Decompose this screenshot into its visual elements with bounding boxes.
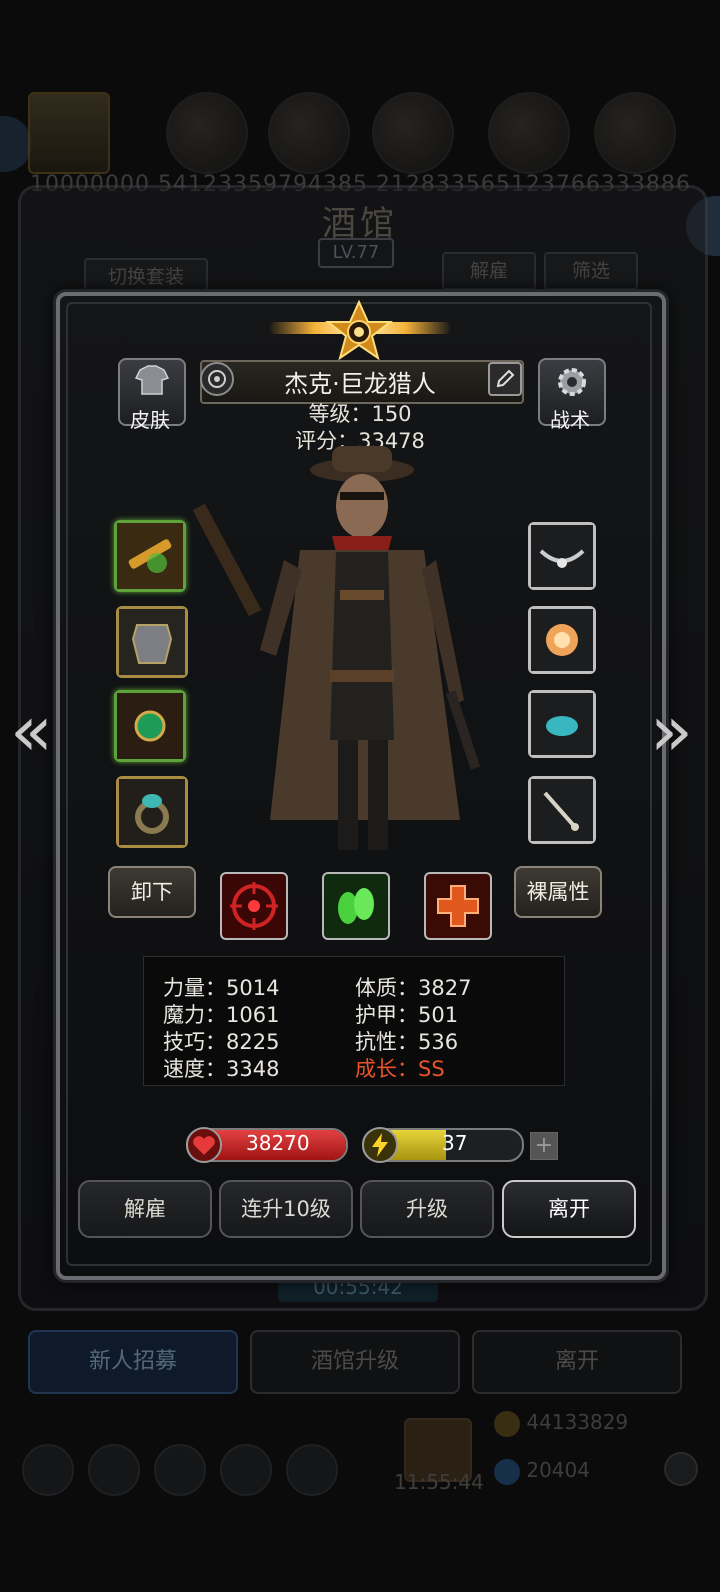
level-up-10-button[interactable]: 连升10级 [219,1180,353,1238]
equip-slot-whip[interactable] [528,776,596,844]
bg-menu-icon[interactable] [22,1444,74,1496]
stat-resistance: 抗性：536 [355,1030,459,1054]
gold-coin-icon [494,1410,520,1437]
equip-slot-necklace[interactable] [528,522,596,590]
bg-menu-icon[interactable] [220,1444,272,1496]
target-skill-icon [230,882,278,930]
lightning-icon [362,1127,398,1163]
prev-hero-chevron-icon[interactable]: « [10,690,53,772]
poison-skill-icon [338,888,374,924]
level-up-button[interactable]: 升级 [360,1180,494,1238]
bg-gem-counter: 20404 [494,1458,590,1485]
close-panel-button[interactable]: 离开 [502,1180,636,1238]
heal-cross-skill-icon [437,885,479,927]
bg-tab-upgrade-tavern[interactable]: 酒馆升级 [250,1330,460,1394]
bg-dismiss-button[interactable]: 解雇 [442,252,536,290]
stat-magic: 魔力：1061 [163,1003,280,1027]
hp-value: 38270 [246,1131,310,1155]
turquoise-stone-icon [531,693,593,755]
bg-add-icon[interactable] [664,1452,698,1486]
bg-filter-button[interactable]: 筛选 [544,252,638,290]
gear-icon [558,368,586,396]
bg-hero-slot [166,92,248,174]
stat-growth: 成长：SS [355,1057,445,1081]
hero-level: 等级：150 [308,402,412,426]
emerald-amulet-icon [117,693,183,759]
silver-necklace-icon [531,525,593,587]
hero-name: 杰克·巨龙猎人 [284,370,436,398]
tactics-label: 战术 [550,408,590,432]
equip-slot-amulet[interactable] [114,690,186,762]
skill-slot-3[interactable] [424,872,492,940]
sun-emblem-icon [325,299,393,361]
equip-slot-armor[interactable] [116,606,188,678]
base-attributes-button[interactable]: 裸属性 [514,866,602,918]
bg-hero-slot [372,92,454,174]
bg-menu-icon[interactable] [88,1444,140,1496]
gem-ring-icon [119,779,185,845]
armor-icon [119,609,185,675]
stat-constitution: 体质：3827 [355,976,472,1000]
bg-switch-outfit-button[interactable]: 切换套装 [84,258,208,296]
bg-hero-slot [28,92,110,174]
edit-name-icon[interactable] [488,362,522,396]
stat-armor: 护甲：501 [355,1003,459,1027]
add-energy-icon[interactable]: + [530,1132,558,1160]
stat-strength: 力量：5014 [163,976,280,1000]
bg-clock: 11:55:44 [394,1470,484,1494]
heart-icon [186,1127,222,1163]
equip-slot-weapon[interactable] [114,520,186,592]
bg-tavern-level: LV.77 [318,238,394,268]
bg-tab-leave[interactable]: 离开 [472,1330,682,1394]
bg-hero-slot [488,92,570,174]
next-hero-chevron-icon[interactable]: » [650,690,693,772]
skill-slot-2[interactable] [322,872,390,940]
bg-menu-icon[interactable] [286,1444,338,1496]
unequip-button[interactable]: 卸下 [108,866,196,918]
bg-tab-recruit[interactable]: 新人招募 [28,1330,238,1394]
skin-label: 皮肤 [130,408,170,432]
equip-slot-orb[interactable] [528,606,596,674]
bone-whip-icon [531,779,593,841]
stat-speed: 速度：3348 [163,1057,280,1081]
equip-slot-ring[interactable] [116,776,188,848]
skill-slot-1[interactable] [220,872,288,940]
shirt-icon [134,365,170,395]
blue-gem-icon [494,1458,520,1485]
bg-hero-slot [268,92,350,174]
golden-shotgun-icon [117,523,183,589]
dismiss-hero-button[interactable]: 解雇 [78,1180,212,1238]
bg-hero-slot [594,92,676,174]
equip-slot-stone[interactable] [528,690,596,758]
energy-value: 37 [442,1131,468,1155]
bg-menu-icon[interactable] [154,1444,206,1496]
hero-portrait [192,446,481,850]
stat-skill: 技巧：8225 [163,1030,280,1054]
fire-orb-icon [531,609,593,671]
bg-gold-counter: 44133829 [494,1410,628,1437]
